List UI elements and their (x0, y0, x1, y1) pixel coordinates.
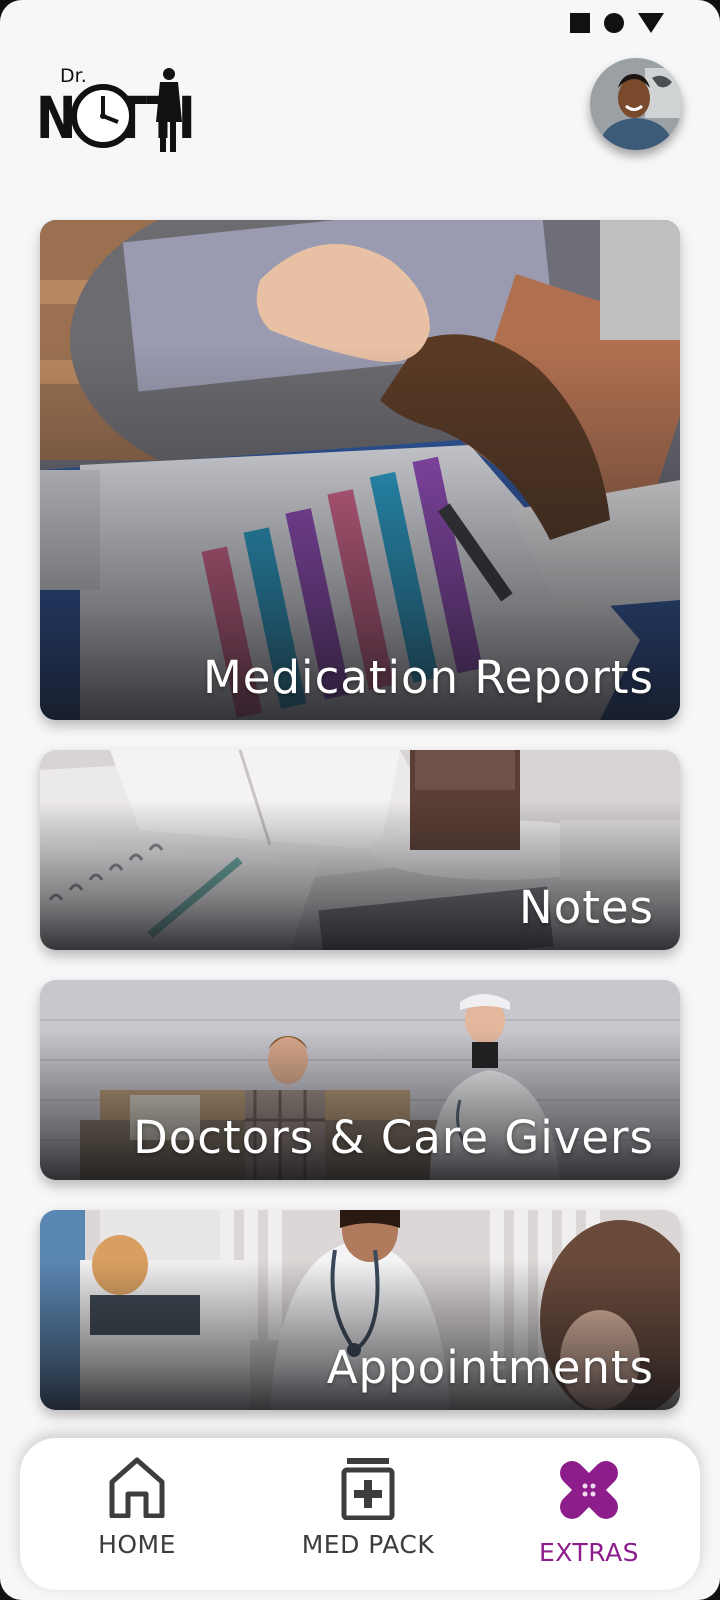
user-photo (590, 58, 682, 150)
square-icon (570, 13, 590, 33)
card-notes[interactable]: Notes (40, 750, 680, 950)
card-medication-reports[interactable]: Medication Reports (40, 220, 680, 720)
nav-label: EXTRAS (538, 1538, 640, 1567)
card-label: Notes (519, 881, 654, 934)
card-doctors-care-givers[interactable]: Doctors & Care Givers (40, 980, 680, 1180)
triangle-icon (638, 13, 664, 33)
med-pack-icon (341, 1458, 395, 1520)
circle-icon (604, 13, 624, 33)
card-label: Medication Reports (202, 651, 654, 704)
status-bar (570, 13, 664, 33)
card-label: Appointments (326, 1341, 654, 1394)
app-logo: Dr. NOTTI (36, 65, 196, 152)
screen-corner (0, 1578, 22, 1600)
nav-home[interactable]: HOME (37, 1438, 237, 1590)
nav-label: MED PACK (301, 1530, 435, 1559)
avatar[interactable] (590, 58, 682, 150)
bandage-icon (560, 1461, 618, 1519)
screen-corner (0, 0, 22, 22)
nav-label: HOME (98, 1530, 176, 1559)
bottom-nav: HOME MED PACK EXTRAS (20, 1438, 700, 1590)
clock-icon (71, 84, 135, 148)
home-icon (109, 1457, 165, 1518)
nav-med-pack[interactable]: MED PACK (268, 1438, 468, 1590)
screen-corner (698, 1578, 720, 1600)
card-appointments[interactable]: Appointments (40, 1210, 680, 1410)
card-label: Doctors & Care Givers (133, 1111, 654, 1164)
nav-extras[interactable]: EXTRAS (489, 1438, 689, 1590)
screen-corner (698, 0, 720, 22)
